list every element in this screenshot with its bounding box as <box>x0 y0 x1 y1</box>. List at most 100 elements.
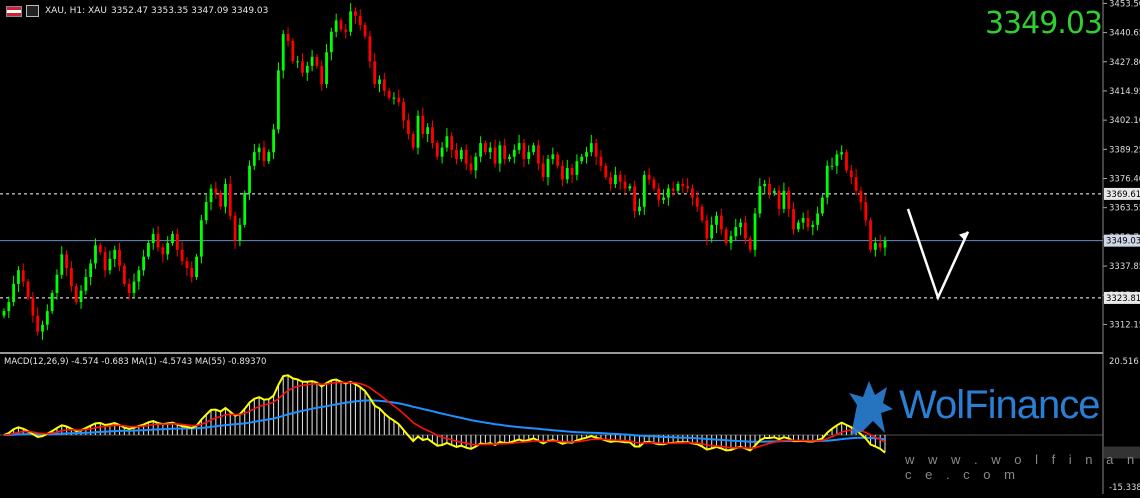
logo-url: w w w . w o l f i n a n c e . c o m <box>905 452 1140 482</box>
candle-body <box>565 168 569 180</box>
candle-body <box>459 149 463 159</box>
candle-body <box>301 61 304 73</box>
candle-body <box>79 290 83 303</box>
candle-body <box>464 149 468 164</box>
candle-body <box>493 147 497 164</box>
candle-body <box>705 220 709 239</box>
candle-body <box>604 165 608 178</box>
macd-tick-label: 20.516 <box>1109 357 1139 367</box>
candle-body <box>686 186 690 189</box>
candle-body <box>137 270 141 282</box>
current-price-display: 3349.03 <box>984 6 1103 41</box>
candle-body <box>36 315 40 332</box>
candle-body <box>320 65 324 85</box>
candle-body <box>792 208 795 230</box>
candle-body <box>724 229 728 243</box>
candle-body <box>719 215 723 230</box>
candle-body <box>652 179 656 189</box>
candle-body <box>638 206 641 212</box>
candle-body <box>657 188 661 200</box>
candle-body <box>426 127 430 134</box>
candle-body <box>676 183 680 191</box>
candle-body <box>536 145 540 164</box>
candle-body <box>281 34 285 71</box>
candle-body <box>113 249 117 259</box>
flag-icon <box>6 5 22 17</box>
candle-body <box>782 190 786 209</box>
candle-body <box>373 61 377 85</box>
candle-body <box>60 254 64 275</box>
candle-body <box>647 174 651 180</box>
candle-body <box>671 188 675 191</box>
candle-body <box>416 115 420 148</box>
candle-body <box>310 56 314 66</box>
candle-body <box>363 24 367 37</box>
candle-body <box>599 156 603 166</box>
candle-body <box>354 11 357 16</box>
candle-body <box>830 165 834 167</box>
candle-body <box>325 52 328 85</box>
candle-body <box>190 267 194 278</box>
candle-body <box>185 261 189 268</box>
candle-body <box>171 233 174 243</box>
candle-body <box>103 252 107 271</box>
candle-body <box>864 202 868 221</box>
candle-body <box>662 197 665 200</box>
candle-body <box>594 143 598 157</box>
candle-body <box>387 90 391 98</box>
candle-body <box>55 274 59 293</box>
candle-body <box>382 79 386 91</box>
chart-window[interactable]: 3453.50 3440.65 3427.80 3414.95 3402.10 3389.… <box>0 0 1140 494</box>
candle-body <box>440 147 444 157</box>
candle-body <box>772 190 776 194</box>
candle-body <box>729 236 733 243</box>
candle-body <box>570 168 574 175</box>
candle-body <box>845 152 848 171</box>
candle-body <box>435 143 439 157</box>
candle-body <box>849 170 853 178</box>
candle-body <box>532 145 535 153</box>
candle-body <box>883 240 887 248</box>
candle-body <box>512 149 516 157</box>
candle-body <box>94 245 97 264</box>
price-tick-label: 3402.10 <box>1109 116 1140 126</box>
candle-body <box>315 56 319 66</box>
candle-body <box>445 136 449 148</box>
candle-body <box>816 213 820 225</box>
candle-body <box>267 152 271 162</box>
candle-body <box>349 11 353 32</box>
wolf-icon <box>849 381 893 435</box>
candle-body <box>517 143 521 150</box>
candle-body <box>546 158 550 178</box>
candle-body <box>700 206 704 221</box>
candle-body <box>450 136 454 150</box>
candle-body <box>431 127 434 144</box>
candle-body <box>614 174 617 184</box>
macd-header: MACD(12,26,9) -4.574 -0.683 MA(1) -4.574… <box>4 357 267 367</box>
candle-body <box>710 224 714 239</box>
candle-body <box>69 267 73 287</box>
candle-body <box>248 165 251 194</box>
candle-body <box>368 36 372 62</box>
candle-body <box>339 20 343 30</box>
candle-body <box>541 163 545 178</box>
candle-body <box>305 65 309 73</box>
candle-body <box>65 254 68 268</box>
price-tick-label: 3440.65 <box>1109 29 1140 39</box>
candle-body <box>358 15 362 25</box>
candle-body <box>869 220 872 250</box>
price-tick-label: 3427.80 <box>1109 58 1140 68</box>
candle-body <box>272 129 275 153</box>
candle-body <box>243 193 247 225</box>
candle-body <box>796 222 800 230</box>
candle-body <box>2 311 6 316</box>
candle-body <box>561 165 564 180</box>
candle-body <box>421 115 425 134</box>
candle-body <box>479 143 483 157</box>
candle-body <box>551 154 555 159</box>
price-tick-label: 3389.25 <box>1109 145 1140 155</box>
candle-body <box>411 133 415 148</box>
candle-body <box>175 233 179 250</box>
candle-body <box>26 281 30 298</box>
candle-body <box>878 242 882 248</box>
